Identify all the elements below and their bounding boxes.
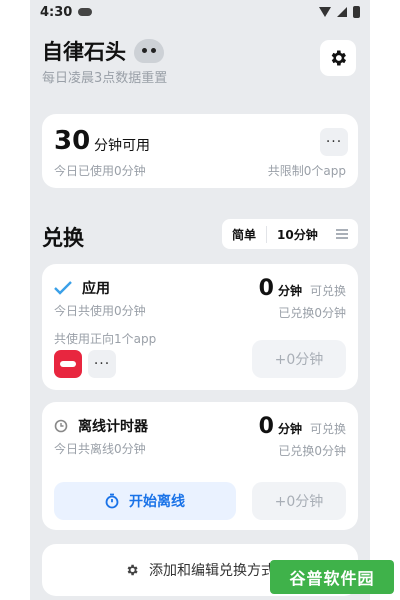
- apps-count-label: 共使用正向1个app: [54, 332, 157, 346]
- apps-card-amount: 0 分钟 可兑换: [259, 276, 346, 301]
- mascot-icon: [134, 39, 164, 63]
- available-minutes: 30: [54, 126, 91, 156]
- page-title-text: 自律石头: [42, 40, 126, 64]
- status-time: 4:30: [40, 4, 73, 20]
- limit-count: 共限制0个app: [267, 164, 346, 178]
- offline-amount-value: 0: [258, 414, 274, 439]
- apps-add-minutes-button[interactable]: +0分钟: [252, 340, 346, 378]
- app-screen: 4:30 自律石头 每日凌晨3点数据重置 30 分钟可用 今日已使用0分钟 共限…: [30, 0, 370, 600]
- apps-amount-tag: 可兑换: [309, 284, 346, 298]
- page-subtitle: 每日凌晨3点数据重置: [42, 71, 168, 86]
- offline-card-title: 离线计时器: [54, 416, 148, 436]
- check-icon: [54, 281, 72, 295]
- wifi-icon: [319, 7, 331, 17]
- offline-card-title-text: 离线计时器: [78, 419, 148, 435]
- add-edit-label: 添加和编辑兑换方式: [149, 563, 275, 579]
- battery-icon: [353, 6, 360, 18]
- timer-icon: [105, 493, 119, 509]
- app-icon[interactable]: [54, 350, 82, 378]
- apps-exchanged: 已兑换0分钟: [278, 306, 346, 320]
- clock-icon: [54, 419, 68, 433]
- apps-card-title-text: 应用: [82, 281, 110, 297]
- apps-exchange-card: 应用 今日共使用0分钟 0 分钟 可兑换 已兑换0分钟 共使用正向1个app ·…: [42, 264, 358, 390]
- summary-more-button[interactable]: ···: [320, 128, 348, 156]
- left-margin: [0, 0, 30, 600]
- start-offline-label: 开始离线: [129, 494, 185, 510]
- app-glyph-icon: [60, 361, 76, 367]
- apps-more-button[interactable]: ···: [88, 350, 116, 378]
- gear-icon: [127, 564, 138, 576]
- right-margin: [370, 0, 400, 600]
- offline-amount-unit: 分钟: [277, 422, 302, 436]
- apps-amount-unit: 分钟: [277, 284, 302, 298]
- exchange-section-title: 兑换: [42, 226, 84, 250]
- offline-add-minutes-button[interactable]: +0分钟: [252, 482, 346, 520]
- page-title: 自律石头: [42, 36, 164, 66]
- start-offline-button[interactable]: 开始离线: [54, 482, 236, 520]
- offline-timer-card: 离线计时器 今日共离线0分钟 0 分钟 可兑换 已兑换0分钟 开始离线 +0分钟: [42, 402, 358, 530]
- apps-card-sub: 今日共使用0分钟: [54, 304, 146, 318]
- exchange-mode-selector[interactable]: 简单 10分钟: [222, 219, 358, 249]
- cloud-icon: [78, 8, 93, 16]
- filter-icon[interactable]: [336, 229, 348, 239]
- settings-button[interactable]: [320, 40, 356, 76]
- used-today: 今日已使用0分钟: [54, 164, 146, 178]
- offline-exchanged: 已兑换0分钟: [278, 444, 346, 458]
- offline-amount-tag: 可兑换: [309, 422, 346, 436]
- apps-amount-value: 0: [258, 276, 274, 301]
- apps-card-title: 应用: [54, 278, 110, 298]
- offline-card-sub: 今日共离线0分钟: [54, 442, 146, 456]
- gear-icon: [331, 50, 346, 66]
- watermark-logo: 谷普软件园: [270, 560, 394, 594]
- status-bar: 4:30: [30, 0, 370, 24]
- available-unit: 分钟可用: [94, 138, 150, 154]
- signal-icon: [337, 7, 347, 17]
- mode-duration[interactable]: 10分钟: [267, 226, 328, 243]
- offline-card-amount: 0 分钟 可兑换: [259, 414, 346, 439]
- available-time-card: 30 分钟可用 今日已使用0分钟 共限制0个app ···: [42, 114, 358, 188]
- mode-simple[interactable]: 简单: [222, 225, 268, 243]
